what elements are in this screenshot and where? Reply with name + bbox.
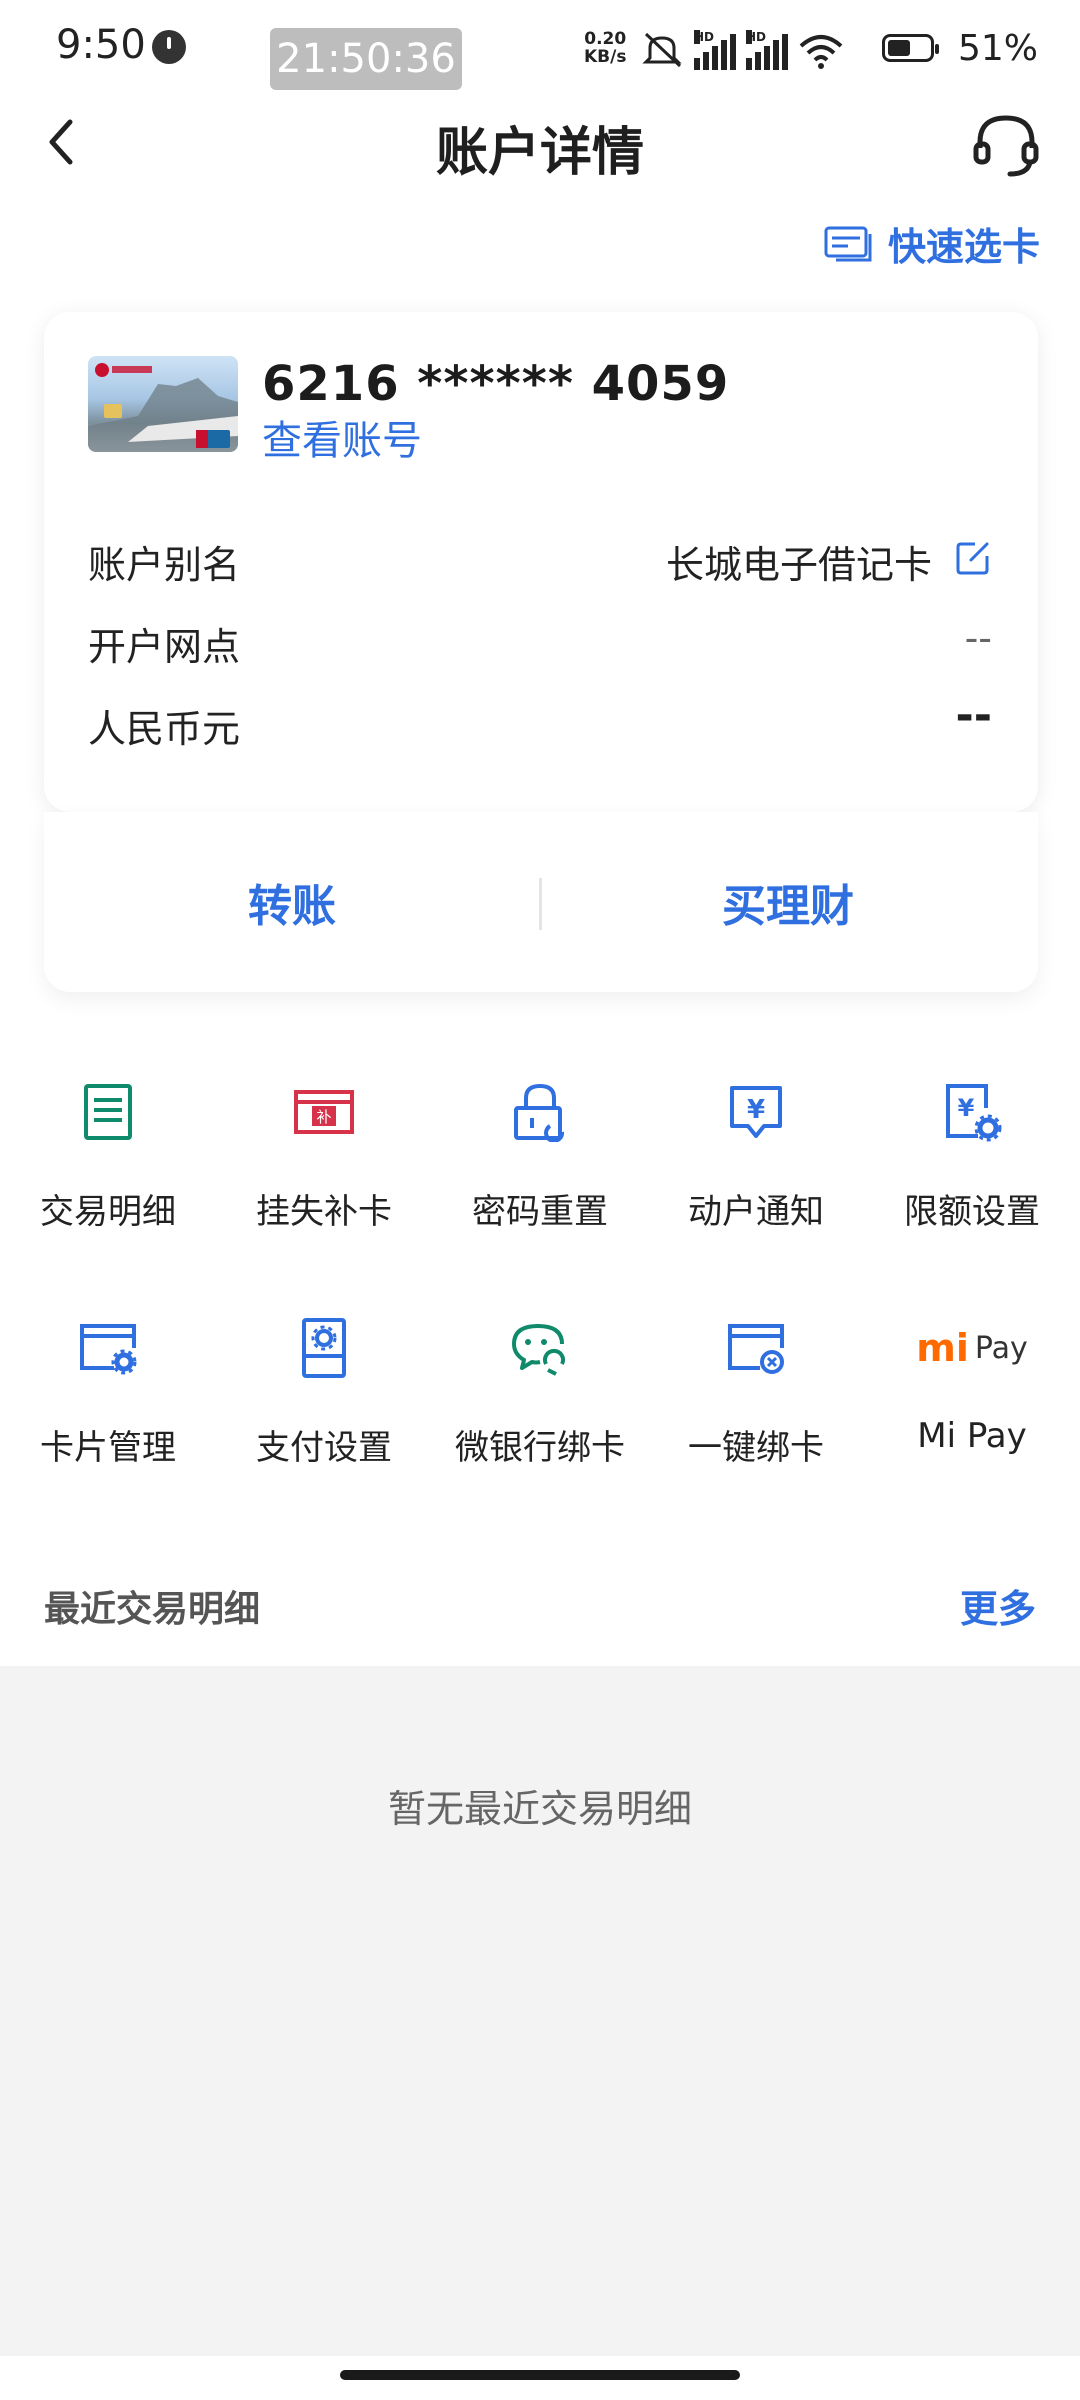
- account-alias-label: 账户别名: [88, 543, 241, 587]
- buy-wealth-button[interactable]: 买理财: [638, 870, 938, 934]
- currency-label: 人民币元: [88, 707, 241, 751]
- hd-label-1: HD: [694, 30, 715, 44]
- service-account-notice[interactable]: ¥ 动户通知: [648, 1082, 864, 1233]
- card-number: 6216 ****** 4059: [262, 356, 730, 412]
- battery-icon: [882, 34, 939, 62]
- home-indicator[interactable]: [340, 2370, 740, 2380]
- svg-text:补: 补: [316, 1108, 331, 1126]
- lock-reset-icon: [514, 1083, 565, 1143]
- quick-card-label: 快速选卡: [888, 225, 1041, 269]
- service-payment-settings[interactable]: 支付设置: [216, 1318, 432, 1469]
- service-card-management[interactable]: 卡片管理: [0, 1318, 216, 1469]
- service-password-reset[interactable]: 密码重置: [432, 1082, 648, 1233]
- wechat-bind-icon: [512, 1324, 565, 1376]
- payment-settings-icon: [302, 1318, 346, 1378]
- recent-empty-text: 暂无最近交易明细: [387, 1787, 692, 1831]
- limit-settings-icon: ¥: [946, 1084, 1002, 1142]
- branch-label: 开户网点: [88, 625, 241, 669]
- customer-service-headset-icon[interactable]: [970, 108, 1042, 180]
- service-label: 限额设置: [904, 1192, 1040, 1232]
- service-label: Mi Pay: [917, 1416, 1027, 1456]
- service-label: 微银行绑卡: [455, 1428, 625, 1468]
- view-account-link[interactable]: 查看账号: [262, 408, 422, 466]
- service-one-click-bind[interactable]: 一键绑卡: [648, 1318, 864, 1469]
- card-select-icon: [824, 226, 872, 261]
- pay-logo: Pay: [974, 1330, 1028, 1366]
- mi-logo: mi: [916, 1326, 969, 1370]
- network-speed: 0.20 KB/s: [584, 30, 626, 66]
- transfer-button[interactable]: 转账: [142, 870, 442, 934]
- mute-bell-icon: [642, 32, 682, 68]
- card-bind-icon: [728, 1324, 784, 1374]
- card-replace-icon: 补: [294, 1090, 354, 1134]
- service-label: 卡片管理: [40, 1428, 176, 1468]
- account-alias-value: 长城电子借记卡: [665, 543, 932, 587]
- svg-text:¥: ¥: [958, 1094, 975, 1122]
- service-wechat-bind[interactable]: 微银行绑卡: [432, 1318, 648, 1469]
- yuan-notice-icon: ¥: [730, 1086, 782, 1138]
- wifi-icon: [799, 35, 843, 69]
- network-speed-unit: KB/s: [584, 47, 627, 67]
- service-label: 密码重置: [472, 1192, 608, 1232]
- hd-label-2: HD: [746, 30, 767, 44]
- service-label: 挂失补卡: [256, 1192, 392, 1232]
- action-divider: [539, 878, 542, 930]
- service-label: 交易明细: [40, 1192, 176, 1232]
- recent-transactions-title: 最近交易明细: [44, 1589, 261, 1630]
- service-report-loss[interactable]: 补 挂失补卡: [216, 1082, 432, 1233]
- quick-card-select-button[interactable]: 快速选卡: [824, 216, 1040, 271]
- mi-pay-icon: mi Pay: [912, 1318, 1032, 1378]
- service-label: 支付设置: [256, 1428, 392, 1468]
- svg-text:¥: ¥: [747, 1095, 765, 1125]
- document-list-icon: [84, 1084, 132, 1140]
- bank-card-image: [88, 356, 238, 452]
- service-transaction-details[interactable]: 交易明细: [0, 1082, 216, 1233]
- recent-transactions-area: [0, 1666, 1080, 2356]
- overlay-clock: 21:50:36: [270, 28, 462, 90]
- network-speed-value: 0.20: [584, 29, 627, 49]
- service-mi-pay[interactable]: mi Pay Mi Pay: [864, 1318, 1080, 1456]
- status-icons: HD HD: [640, 26, 844, 70]
- card-settings-icon: [80, 1324, 137, 1375]
- signal-2-icon: HD: [746, 30, 788, 70]
- signal-1-icon: HD: [694, 30, 736, 70]
- edit-alias-icon[interactable]: [955, 540, 991, 576]
- service-label: 一键绑卡: [688, 1428, 824, 1468]
- status-time: 9:50: [56, 22, 146, 68]
- service-label: 动户通知: [688, 1192, 824, 1232]
- alarm-clock-icon: [152, 30, 186, 64]
- page-title: 账户详情: [435, 123, 644, 183]
- service-limit-settings[interactable]: ¥ 限额设置: [864, 1082, 1080, 1233]
- recent-more-link[interactable]: 更多: [960, 1578, 1036, 1633]
- branch-value: --: [964, 616, 992, 660]
- balance-value: --: [955, 690, 992, 741]
- battery-percent: 51%: [958, 28, 1039, 69]
